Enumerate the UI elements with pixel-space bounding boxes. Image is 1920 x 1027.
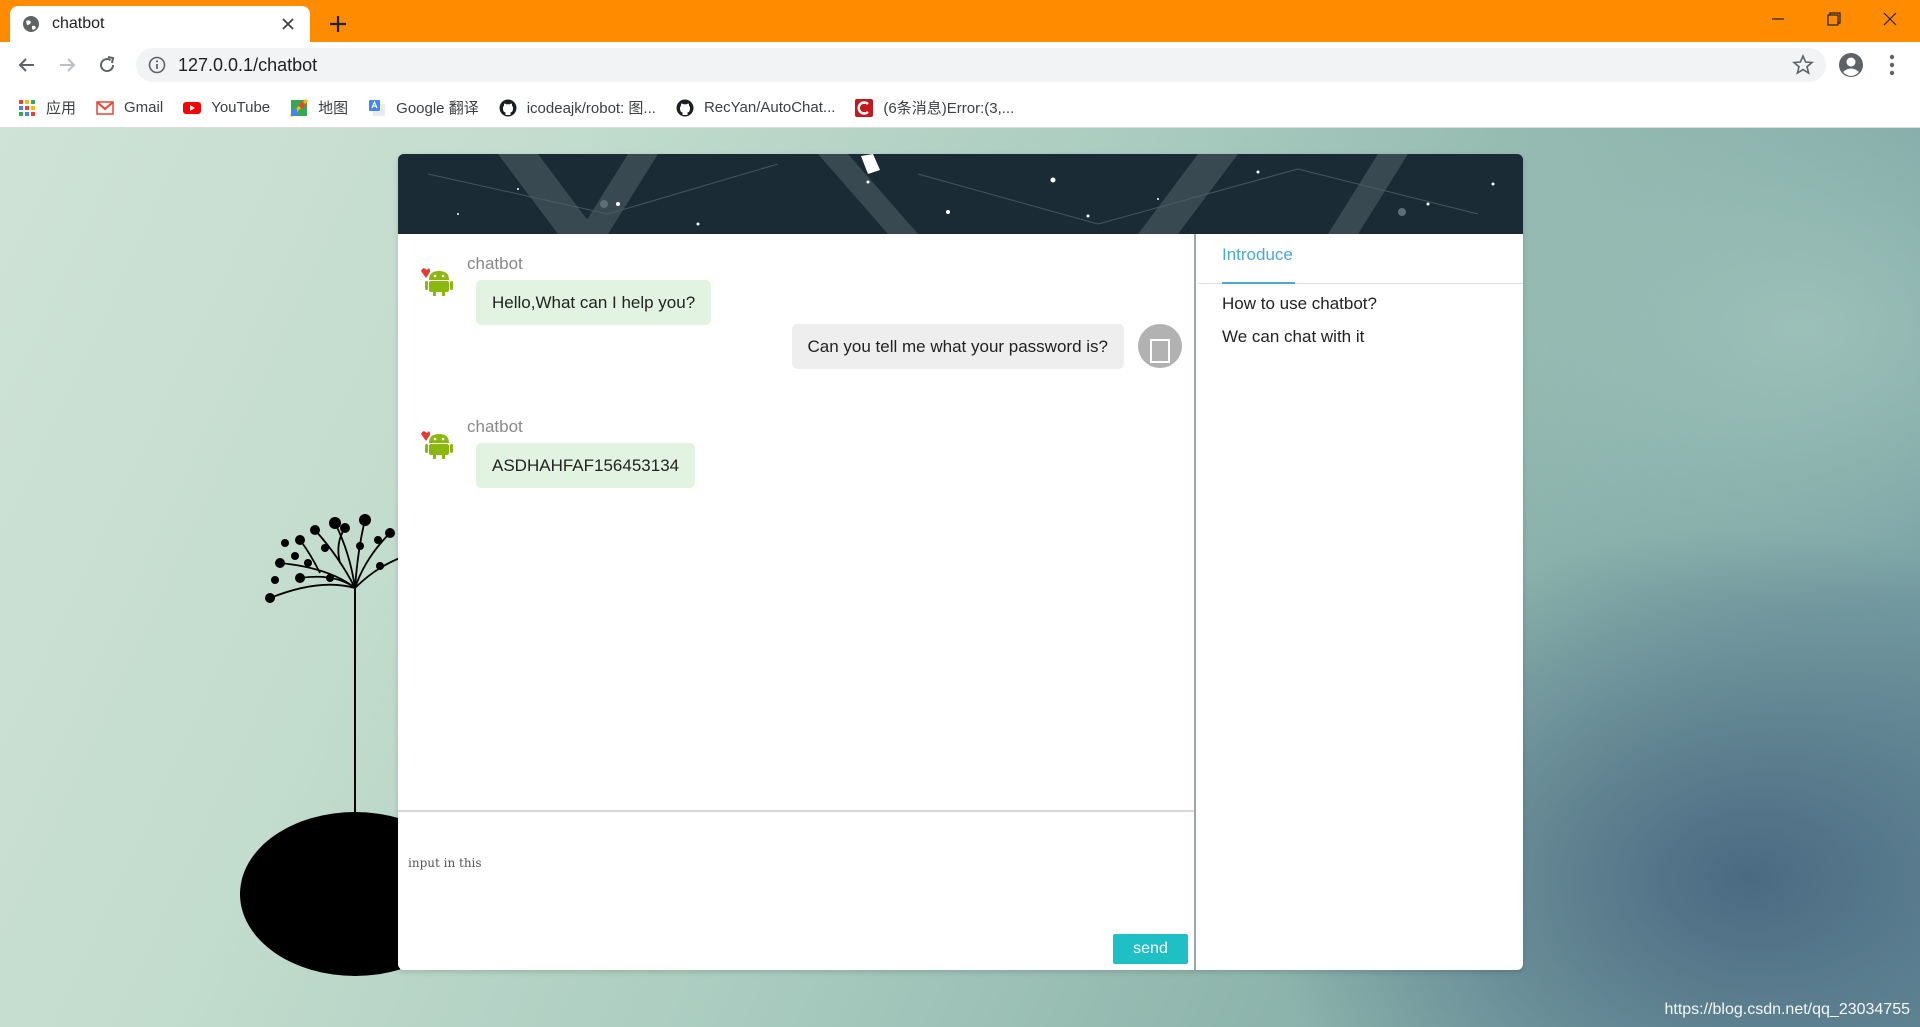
tree-decoration — [240, 514, 400, 976]
sender-name: chatbot — [467, 417, 523, 436]
minimize-icon[interactable] — [1758, 6, 1798, 32]
bookmark-star-icon[interactable] — [1792, 54, 1814, 76]
github-icon — [499, 99, 517, 116]
globe-icon — [23, 16, 39, 32]
close-tab-icon[interactable] — [278, 14, 298, 34]
intro-line: We can chat with it — [1222, 327, 1365, 346]
bookmark-label: YouTube — [211, 99, 271, 116]
bookmark-label: 地图 — [318, 100, 349, 117]
bookmark-label: icodeajk/robot: 图... — [526, 100, 656, 117]
input-area: send — [398, 810, 1194, 970]
browser-titlebar: chatbot — [0, 0, 1920, 42]
url-text[interactable]: 127.0.0.1/chatbot — [178, 55, 1792, 76]
android-bot-icon — [421, 431, 453, 459]
bookmark-apps[interactable]: 应用 — [18, 97, 76, 118]
user-message: Can you tell me what your password is? — [762, 324, 1182, 372]
address-bar[interactable]: 127.0.0.1/chatbot — [136, 48, 1826, 82]
bookmark-label: 应用 — [46, 100, 77, 117]
gmail-icon — [96, 100, 114, 115]
bookmark-csdn-error[interactable]: (6条消息)Error:(3,... — [855, 97, 1014, 118]
chat-banner — [398, 154, 1523, 234]
close-window-icon[interactable] — [1870, 6, 1910, 32]
watermark: https://blog.csdn.net/qq_23034755 — [1664, 1001, 1910, 1018]
youtube-icon — [183, 101, 202, 114]
chat-window: chatbot Hello,What can I help you? Can y… — [398, 154, 1523, 970]
new-tab-icon[interactable] — [324, 10, 352, 38]
restore-icon[interactable] — [1814, 6, 1854, 32]
message-list[interactable]: chatbot Hello,What can I help you? Can y… — [398, 234, 1194, 810]
send-button[interactable]: send — [1113, 934, 1188, 964]
intro-line: How to use chatbot? — [1222, 294, 1377, 313]
message-input[interactable] — [398, 812, 1194, 927]
info-sidebar: Introduce How to use chatbot? We can cha… — [1198, 234, 1523, 970]
android-bot-icon — [421, 268, 453, 296]
bookmark-youtube[interactable]: YouTube — [183, 99, 270, 117]
bookmark-label: Gmail — [124, 99, 164, 116]
bookmark-translate[interactable]: Google 翻译 — [368, 97, 479, 118]
bookmark-maps[interactable]: 地图 — [290, 97, 348, 118]
message-bubble: Can you tell me what your password is? — [791, 324, 1124, 369]
tab-introduce[interactable]: Introduce — [1222, 234, 1295, 284]
reload-icon[interactable] — [92, 50, 122, 80]
profile-icon[interactable] — [1838, 52, 1864, 78]
message-bubble: ASDHAHFAF156453134 — [476, 443, 696, 488]
bookmark-recyan-autochat[interactable]: RecYan/AutoChat... — [676, 99, 835, 117]
bookmark-label: RecYan/AutoChat... — [703, 99, 836, 116]
chat-panel: chatbot Hello,What can I help you? Can y… — [398, 234, 1196, 970]
translate-icon — [369, 99, 386, 116]
sender-name: chatbot — [467, 254, 523, 273]
maps-icon — [290, 98, 309, 117]
sidebar-tabs: Introduce — [1198, 234, 1523, 284]
message-bubble: Hello,What can I help you? — [476, 280, 712, 325]
info-icon[interactable] — [148, 56, 166, 74]
github-icon — [676, 99, 694, 116]
user-avatar-icon — [1138, 324, 1182, 368]
browser-tab[interactable]: chatbot — [10, 6, 310, 42]
bookmark-label: (6条消息)Error:(3,... — [883, 100, 1015, 117]
tab-title: chatbot — [52, 15, 105, 32]
bookmark-label: Google 翻译 — [396, 100, 479, 117]
csdn-icon — [855, 98, 874, 117]
forward-arrow-icon[interactable] — [52, 50, 82, 80]
back-arrow-icon[interactable] — [12, 50, 42, 80]
bookmark-gmail[interactable]: Gmail — [96, 99, 163, 117]
bookmarks-bar: 应用 Gmail YouTube 地图 Google 翻译 icodeajk/r… — [0, 88, 1920, 128]
more-vert-icon[interactable] — [1886, 52, 1898, 78]
apps-grid-icon — [19, 99, 35, 116]
browser-toolbar: 127.0.0.1/chatbot — [0, 42, 1920, 88]
bookmark-icodeajk-robot[interactable]: icodeajk/robot: 图... — [499, 97, 656, 118]
page-background: chatbot Hello,What can I help you? Can y… — [0, 128, 1920, 1027]
